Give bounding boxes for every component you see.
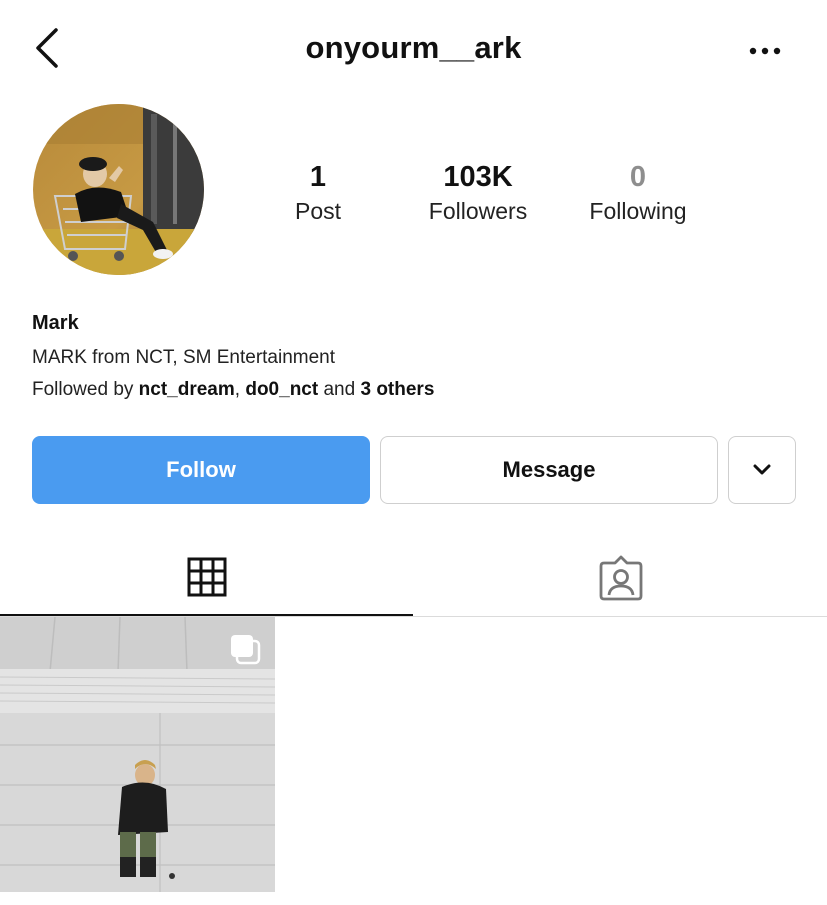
posts-count: 1 (309, 161, 327, 193)
post-thumbnail[interactable] (0, 617, 275, 892)
mutual-followers-others[interactable]: 3 others (360, 379, 434, 400)
followed-by[interactable]: Followed by nct_dream, do0_nct and 3 oth… (32, 378, 802, 402)
profile-stats: 1 Post 103K Followers 0 Following (238, 158, 718, 238)
stat-following[interactable]: 0 Following (558, 158, 718, 226)
top-bar: onyourm__ark (0, 0, 827, 100)
bio-text: MARK from NCT, SM Entertainment (32, 347, 336, 368)
tagged-person-icon (599, 555, 642, 601)
grid-icon (187, 557, 226, 597)
following-label: Following (589, 198, 687, 224)
mutual-follower-2[interactable]: do0_nct (245, 379, 318, 400)
multiple-posts-icon (229, 633, 261, 670)
display-name: Mark (32, 312, 79, 334)
followers-label: Followers (428, 198, 528, 224)
chevron-down-icon (753, 464, 771, 475)
more-options-button[interactable] (742, 36, 788, 66)
mutual-follower-1[interactable]: nct_dream (139, 379, 235, 400)
stat-posts[interactable]: 1 Post (238, 158, 398, 226)
followed-by-separator: , (234, 379, 246, 400)
profile-tabs (0, 540, 827, 617)
profile-username: onyourm__ark (305, 30, 522, 65)
followed-by-and: and (318, 379, 361, 400)
more-horizontal-icon (749, 47, 781, 55)
profile-bio: Mark MARK from NCT, SM Entertainment Fol… (32, 310, 802, 402)
message-button[interactable]: Message (380, 436, 718, 504)
stat-followers[interactable]: 103K Followers (398, 158, 558, 226)
follow-button[interactable]: Follow (32, 436, 370, 504)
tab-tagged[interactable] (414, 540, 827, 616)
followers-count: 103K (443, 161, 513, 193)
tab-posts-grid[interactable] (0, 540, 413, 616)
followed-by-prefix: Followed by (32, 379, 139, 400)
suggested-accounts-button[interactable] (728, 436, 796, 504)
posts-label: Post (294, 198, 342, 224)
profile-avatar[interactable] (33, 104, 204, 275)
following-count: 0 (629, 161, 647, 193)
avatar-photo (33, 104, 204, 275)
